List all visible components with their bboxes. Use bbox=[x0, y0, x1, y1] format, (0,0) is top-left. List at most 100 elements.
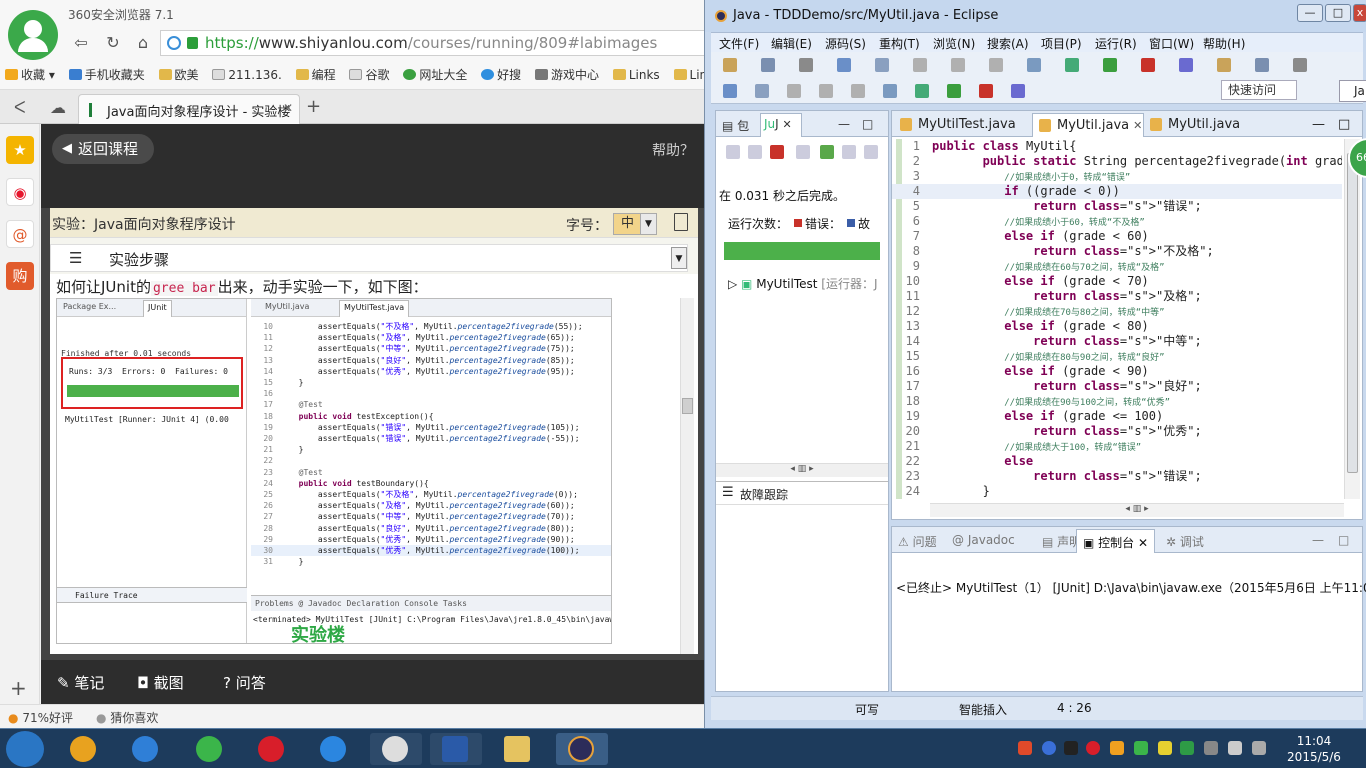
external-tool-icon[interactable] bbox=[1179, 58, 1193, 72]
minimize-icon[interactable]: — bbox=[1312, 113, 1332, 137]
shopping-icon[interactable]: 购 bbox=[6, 262, 34, 290]
package-explorer-tab[interactable]: ▤ 包 bbox=[722, 117, 749, 134]
new-icon[interactable] bbox=[1217, 58, 1231, 72]
menu-help[interactable]: 帮助(H) bbox=[1203, 35, 1245, 52]
bookmark-item[interactable]: 谷歌 bbox=[344, 62, 394, 89]
bookmark-item[interactable]: Link bbox=[669, 62, 704, 89]
run-icon[interactable] bbox=[1065, 58, 1079, 72]
help-link[interactable]: 帮助？ bbox=[652, 140, 694, 160]
maximize-button[interactable]: □ bbox=[1325, 4, 1351, 22]
close-button[interactable]: x bbox=[1353, 4, 1366, 22]
menu-source[interactable]: 源码(S) bbox=[825, 35, 866, 52]
tray-icon[interactable] bbox=[1110, 741, 1124, 755]
document-icon[interactable] bbox=[674, 213, 688, 231]
print-icon[interactable] bbox=[799, 58, 813, 72]
bookmark-item[interactable]: 211.136. bbox=[207, 62, 286, 89]
run-green-icon[interactable] bbox=[947, 84, 961, 98]
qa-button[interactable]: ? 问答 bbox=[223, 672, 266, 693]
junit-tree-item[interactable]: ▷ ▣ MyUtilTest [运行器：J bbox=[728, 275, 878, 292]
network-icon[interactable] bbox=[1252, 741, 1266, 755]
editor-tab[interactable]: MyUtil.java bbox=[1144, 113, 1244, 137]
start-button[interactable] bbox=[6, 731, 44, 767]
eclipse-taskbar-icon[interactable] bbox=[556, 733, 608, 765]
taskbar-app[interactable] bbox=[58, 733, 110, 765]
console-tab[interactable]: ▣ 控制台 ✕ bbox=[1076, 529, 1156, 553]
maximize-icon[interactable]: □ bbox=[1338, 533, 1349, 547]
suspend-icon[interactable] bbox=[787, 84, 801, 98]
user-avatar-icon[interactable] bbox=[8, 10, 58, 60]
help-tray-icon[interactable] bbox=[1042, 741, 1056, 755]
coverage-icon[interactable] bbox=[1141, 58, 1155, 72]
terminate-icon[interactable] bbox=[819, 84, 833, 98]
step-icon[interactable] bbox=[851, 84, 865, 98]
save-icon[interactable] bbox=[1255, 58, 1269, 72]
coverage-icon[interactable] bbox=[979, 84, 993, 98]
skip-icon[interactable] bbox=[755, 84, 769, 98]
bookmark-item[interactable]: 网址大全 bbox=[398, 62, 472, 89]
clock[interactable]: 11:04 2015/5/6 bbox=[1284, 733, 1344, 765]
ie-icon[interactable] bbox=[120, 733, 172, 765]
notes-button[interactable]: ✎ 笔记 bbox=[57, 672, 104, 693]
rerun-failed-icon[interactable] bbox=[842, 145, 856, 159]
shield-icon[interactable] bbox=[1180, 741, 1194, 755]
next-failure-icon[interactable] bbox=[726, 145, 740, 159]
guess-status[interactable]: ● 猜你喜欢 bbox=[96, 709, 158, 726]
skip-icon[interactable] bbox=[875, 58, 889, 72]
back-to-course-button[interactable]: ◀ 返回课程 bbox=[52, 134, 154, 164]
step-icon[interactable] bbox=[989, 58, 1003, 72]
weibo-icon[interactable]: ◉ bbox=[6, 178, 34, 206]
editor-tab-active[interactable]: MyUtil.java ✕ bbox=[1032, 113, 1144, 137]
minimize-icon[interactable]: — bbox=[1312, 533, 1324, 547]
problems-tab[interactable]: ⚠ 问题 bbox=[898, 533, 937, 550]
steps-dropdown[interactable]: ☰ 实验步骤 ▼ bbox=[50, 244, 688, 272]
quick-access-input[interactable]: 快速访问 bbox=[1221, 80, 1297, 100]
menu-window[interactable]: 窗口(W) bbox=[1149, 35, 1194, 52]
editor-vscrollbar[interactable] bbox=[1344, 139, 1360, 499]
menu-project[interactable]: 项目(P) bbox=[1041, 35, 1082, 52]
editor-tab[interactable]: MyUtilTest.java bbox=[894, 113, 1032, 137]
taskbar-app[interactable] bbox=[370, 733, 422, 765]
minimize-button[interactable]: — bbox=[1297, 4, 1323, 22]
bookmark-favorites[interactable]: 收藏 ▾ bbox=[0, 62, 60, 89]
debug-tab[interactable]: ✲ 调试 bbox=[1166, 533, 1204, 550]
flag-icon[interactable] bbox=[1204, 741, 1218, 755]
tab-back-icon[interactable]: ᐸ bbox=[14, 98, 26, 117]
maximize-icon[interactable]: □ bbox=[1338, 113, 1358, 137]
bookmark-item[interactable]: Links bbox=[608, 62, 665, 89]
word-icon[interactable] bbox=[430, 733, 482, 765]
bookmark-item[interactable]: 手机收藏夹 bbox=[64, 62, 150, 89]
menu-navigate[interactable]: 浏览(N) bbox=[933, 35, 975, 52]
add-icon[interactable]: + bbox=[10, 676, 27, 700]
junit-hscrollbar[interactable]: ◂ ▥ ▸ bbox=[716, 463, 888, 477]
external-tool-icon[interactable] bbox=[1011, 84, 1025, 98]
volume-icon[interactable] bbox=[1228, 741, 1242, 755]
bug-icon[interactable] bbox=[1027, 58, 1041, 72]
scroll-lock-icon[interactable] bbox=[796, 145, 810, 159]
tray-icon[interactable] bbox=[1064, 741, 1078, 755]
cloud-icon[interactable]: ☁ bbox=[50, 98, 66, 117]
failures-only-icon[interactable] bbox=[770, 145, 784, 159]
explorer-icon[interactable] bbox=[492, 733, 544, 765]
back-arrow-icon[interactable]: ⇦ bbox=[70, 32, 92, 54]
tray-icon[interactable] bbox=[1018, 741, 1032, 755]
netease-icon[interactable] bbox=[246, 733, 298, 765]
tray-icon[interactable] bbox=[1086, 741, 1100, 755]
rerun-icon[interactable] bbox=[820, 145, 834, 159]
save-icon[interactable] bbox=[761, 58, 775, 72]
browser-360-icon[interactable] bbox=[184, 733, 236, 765]
terminate-icon[interactable] bbox=[951, 58, 965, 72]
address-bar[interactable]: https://www.shiyanlou.com/courses/runnin… bbox=[160, 30, 704, 56]
bug-icon[interactable] bbox=[883, 84, 897, 98]
close-icon[interactable]: ✕ bbox=[283, 101, 293, 115]
font-size-select[interactable]: 中 ▼ bbox=[613, 213, 657, 235]
maximize-icon[interactable]: □ bbox=[862, 117, 873, 131]
menu-refactor[interactable]: 重构(T) bbox=[879, 35, 920, 52]
tray-icon[interactable] bbox=[1158, 741, 1172, 755]
editor-code[interactable]: 1 public class MyUtil{2 public static Str… bbox=[892, 139, 1342, 501]
screenshot-button[interactable]: ◘ 截图 bbox=[137, 672, 184, 693]
reload-icon[interactable]: ↻ bbox=[102, 32, 124, 54]
run-icon[interactable] bbox=[915, 84, 929, 98]
print-icon[interactable] bbox=[1293, 58, 1307, 72]
prev-failure-icon[interactable] bbox=[748, 145, 762, 159]
debug-icon[interactable] bbox=[837, 58, 851, 72]
